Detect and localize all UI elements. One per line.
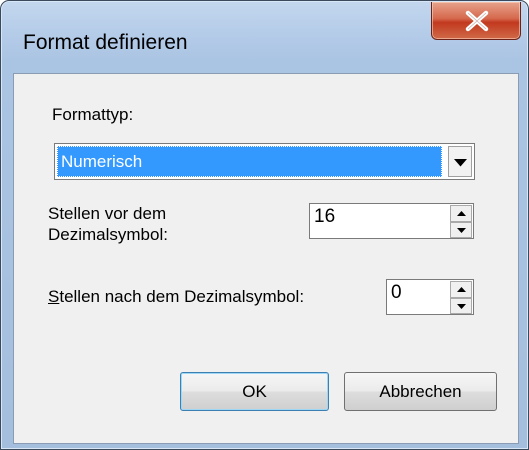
format-type-selected-value[interactable]: Numerisch <box>57 146 442 177</box>
window-title: Format definieren <box>23 31 188 54</box>
digits-before-up-button[interactable] <box>450 205 472 222</box>
digits-after-label: Stellen nach dem Dezimalsymbol: <box>48 287 304 307</box>
format-type-label: Formattyp: <box>52 105 134 124</box>
digits-before-label-line2: Dezimalsymbol: <box>48 225 168 244</box>
digits-after-label-mnemonic: S <box>48 287 60 306</box>
title-bar[interactable]: Format definieren <box>1 1 529 81</box>
digits-before-spin-buttons <box>450 205 472 238</box>
digits-before-down-button[interactable] <box>450 222 472 238</box>
dialog-window: Format definieren Formattyp: Numerisch S… <box>0 0 529 450</box>
digits-after-up-button[interactable] <box>450 281 472 298</box>
arrow-down-icon <box>457 304 466 309</box>
digits-after-down-button[interactable] <box>450 298 472 314</box>
dialog-client-area: Formattyp: Numerisch Stellen vor dem Dez… <box>13 73 519 444</box>
digits-after-label-text: tellen nach dem Dezimalsymbol: <box>59 287 305 306</box>
chevron-down-icon <box>454 159 467 167</box>
digits-after-spinbox[interactable]: 0 <box>386 279 474 315</box>
arrow-down-icon <box>457 228 466 233</box>
digits-before-label-line1: Stellen vor dem <box>48 204 167 223</box>
arrow-up-icon <box>457 211 466 216</box>
close-icon <box>465 10 489 32</box>
digits-after-spin-buttons <box>450 281 472 314</box>
format-type-dropdown[interactable]: Numerisch <box>54 143 475 180</box>
arrow-up-icon <box>457 287 466 292</box>
ok-button[interactable]: OK <box>180 372 329 411</box>
digits-before-value[interactable]: 16 <box>314 206 335 228</box>
digits-before-spinbox[interactable]: 16 <box>309 203 474 239</box>
cancel-button[interactable]: Abbrechen <box>344 372 497 411</box>
close-button[interactable] <box>431 2 521 40</box>
dropdown-button[interactable] <box>448 146 472 177</box>
digits-after-value[interactable]: 0 <box>391 282 402 304</box>
